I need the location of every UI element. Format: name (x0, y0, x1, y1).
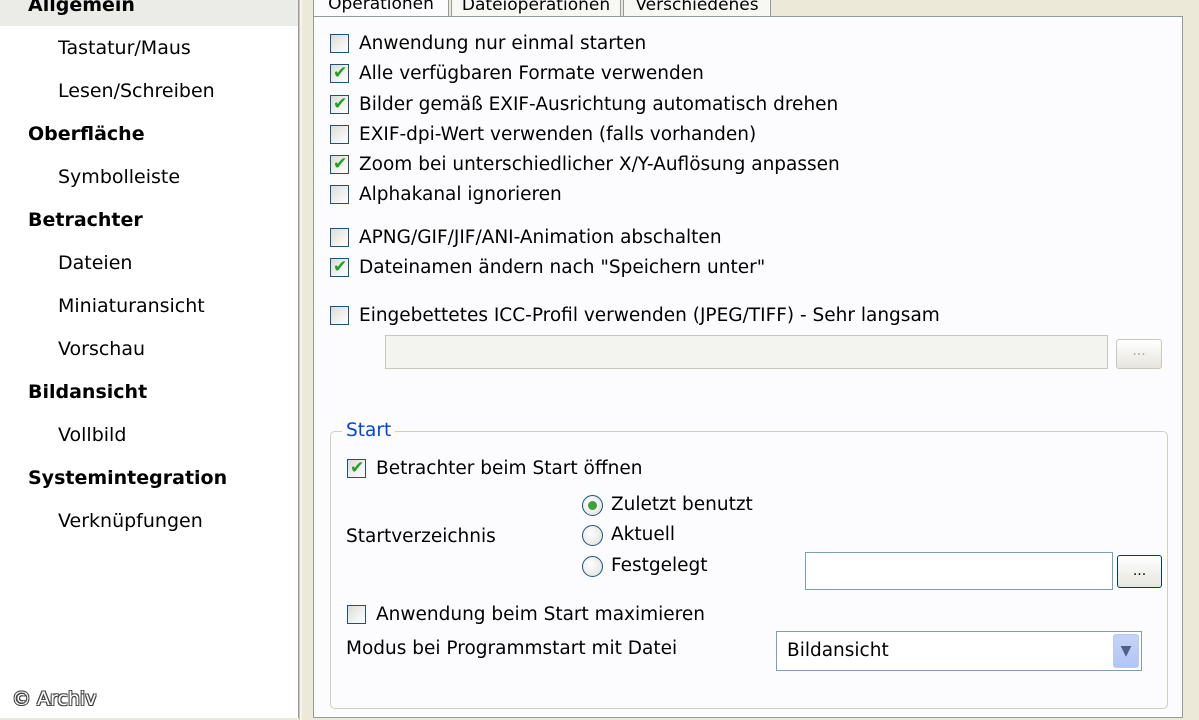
checkbox[interactable]: ✔ (347, 458, 366, 478)
checkbox[interactable]: ✔ (330, 228, 349, 247)
radio-label: Aktuell (611, 524, 676, 545)
checkbox-label: EXIF-dpi-Wert verwenden (falls vorhanden… (359, 124, 757, 145)
checkbox-label: Eingebettetes ICC-Profil verwenden (JPEG… (359, 305, 940, 326)
radio-label: Festgelegt (611, 555, 708, 576)
checkbox[interactable]: ✔ (330, 34, 349, 53)
icc-browse-button[interactable]: ... (1116, 339, 1162, 369)
tab-panel-operationen: ✔ Anwendung nur einmal starten ✔ Alle ve… (313, 16, 1183, 718)
tree-item-systemintegration[interactable]: Systemintegration (28, 467, 227, 489)
checkbox[interactable]: ✔ (330, 154, 349, 174)
watermark: © Archiv (12, 688, 97, 710)
tree-item-betrachter[interactable]: Betrachter (28, 209, 143, 231)
radio-button[interactable] (582, 525, 603, 546)
checkbox-label: Bilder gemäß EXIF-Ausrichtung automatisc… (359, 94, 839, 115)
checkbox-label: Dateinamen ändern nach "Speichern unter" (359, 257, 766, 278)
checkbox[interactable]: ✔ (347, 605, 366, 624)
checkmark-icon: ✔ (333, 94, 348, 114)
tree-item-miniaturansicht[interactable]: Miniaturansicht (58, 295, 205, 317)
tab-verschiedenes[interactable]: Verschiedenes (623, 0, 771, 17)
chevron-down-icon[interactable]: ▼ (1113, 634, 1139, 668)
tree-item-tastatur-maus[interactable]: Tastatur/Maus (58, 37, 191, 59)
checkbox-label: Zoom bei unterschiedlicher X/Y-Auflösung… (359, 154, 840, 175)
checkbox[interactable]: ✔ (330, 306, 349, 325)
radio-dot-icon (588, 501, 597, 510)
tree-item-lesen-schreiben[interactable]: Lesen/Schreiben (58, 80, 215, 102)
tree-item-bildansicht[interactable]: Bildansicht (28, 381, 147, 403)
tree-item-allgemein[interactable]: Allgemein (28, 0, 135, 16)
tree-item-verknuepfungen[interactable]: Verknüpfungen (58, 510, 203, 532)
checkbox-label: Betrachter beim Start öffnen (376, 458, 643, 479)
splitter[interactable] (299, 0, 302, 720)
settings-category-tree: Allgemein Tastatur/Maus Lesen/Schreiben … (0, 0, 299, 718)
checkbox[interactable]: ✔ (330, 185, 349, 204)
checkbox[interactable]: ✔ (330, 125, 349, 144)
checkbox-label: Anwendung nur einmal starten (359, 33, 647, 54)
checkmark-icon: ✔ (350, 458, 365, 478)
checkbox[interactable]: ✔ (330, 63, 349, 83)
tab-dateioperationen[interactable]: Dateioperationen (451, 0, 621, 17)
tree-item-dateien[interactable]: Dateien (58, 252, 132, 274)
fixed-directory-input[interactable] (805, 552, 1113, 590)
start-group-legend: Start (342, 419, 396, 443)
radio-button[interactable] (582, 556, 603, 577)
checkmark-icon: ✔ (333, 63, 348, 83)
checkbox-label: Alle verfügbaren Formate verwenden (359, 63, 704, 84)
checkbox[interactable]: ✔ (330, 94, 349, 114)
radio-button[interactable] (582, 495, 603, 516)
mode-label: Modus bei Programmstart mit Datei (346, 638, 678, 659)
mode-select-value: Bildansicht (787, 640, 889, 661)
icc-profile-path-input[interactable] (385, 335, 1108, 369)
checkbox-label: Anwendung beim Start maximieren (376, 604, 705, 625)
checkmark-icon: ✔ (333, 154, 348, 174)
checkmark-icon: ✔ (333, 257, 348, 277)
mode-select[interactable]: Bildansicht ▼ (776, 631, 1142, 671)
fixed-directory-browse-button[interactable]: ... (1117, 555, 1162, 588)
checkbox[interactable]: ✔ (330, 257, 349, 277)
tree-item-symbolleiste[interactable]: Symbolleiste (58, 166, 180, 188)
checkbox-label: APNG/GIF/JIF/ANI-Animation abschalten (359, 227, 722, 248)
radio-label: Zuletzt benutzt (611, 494, 753, 515)
tree-item-vorschau[interactable]: Vorschau (58, 338, 145, 360)
tree-item-oberflaeche[interactable]: Oberfläche (28, 123, 145, 145)
tree-item-vollbild[interactable]: Vollbild (58, 424, 126, 446)
startdir-label: Startverzeichnis (346, 526, 496, 547)
checkbox-label: Alphakanal ignorieren (359, 184, 562, 205)
